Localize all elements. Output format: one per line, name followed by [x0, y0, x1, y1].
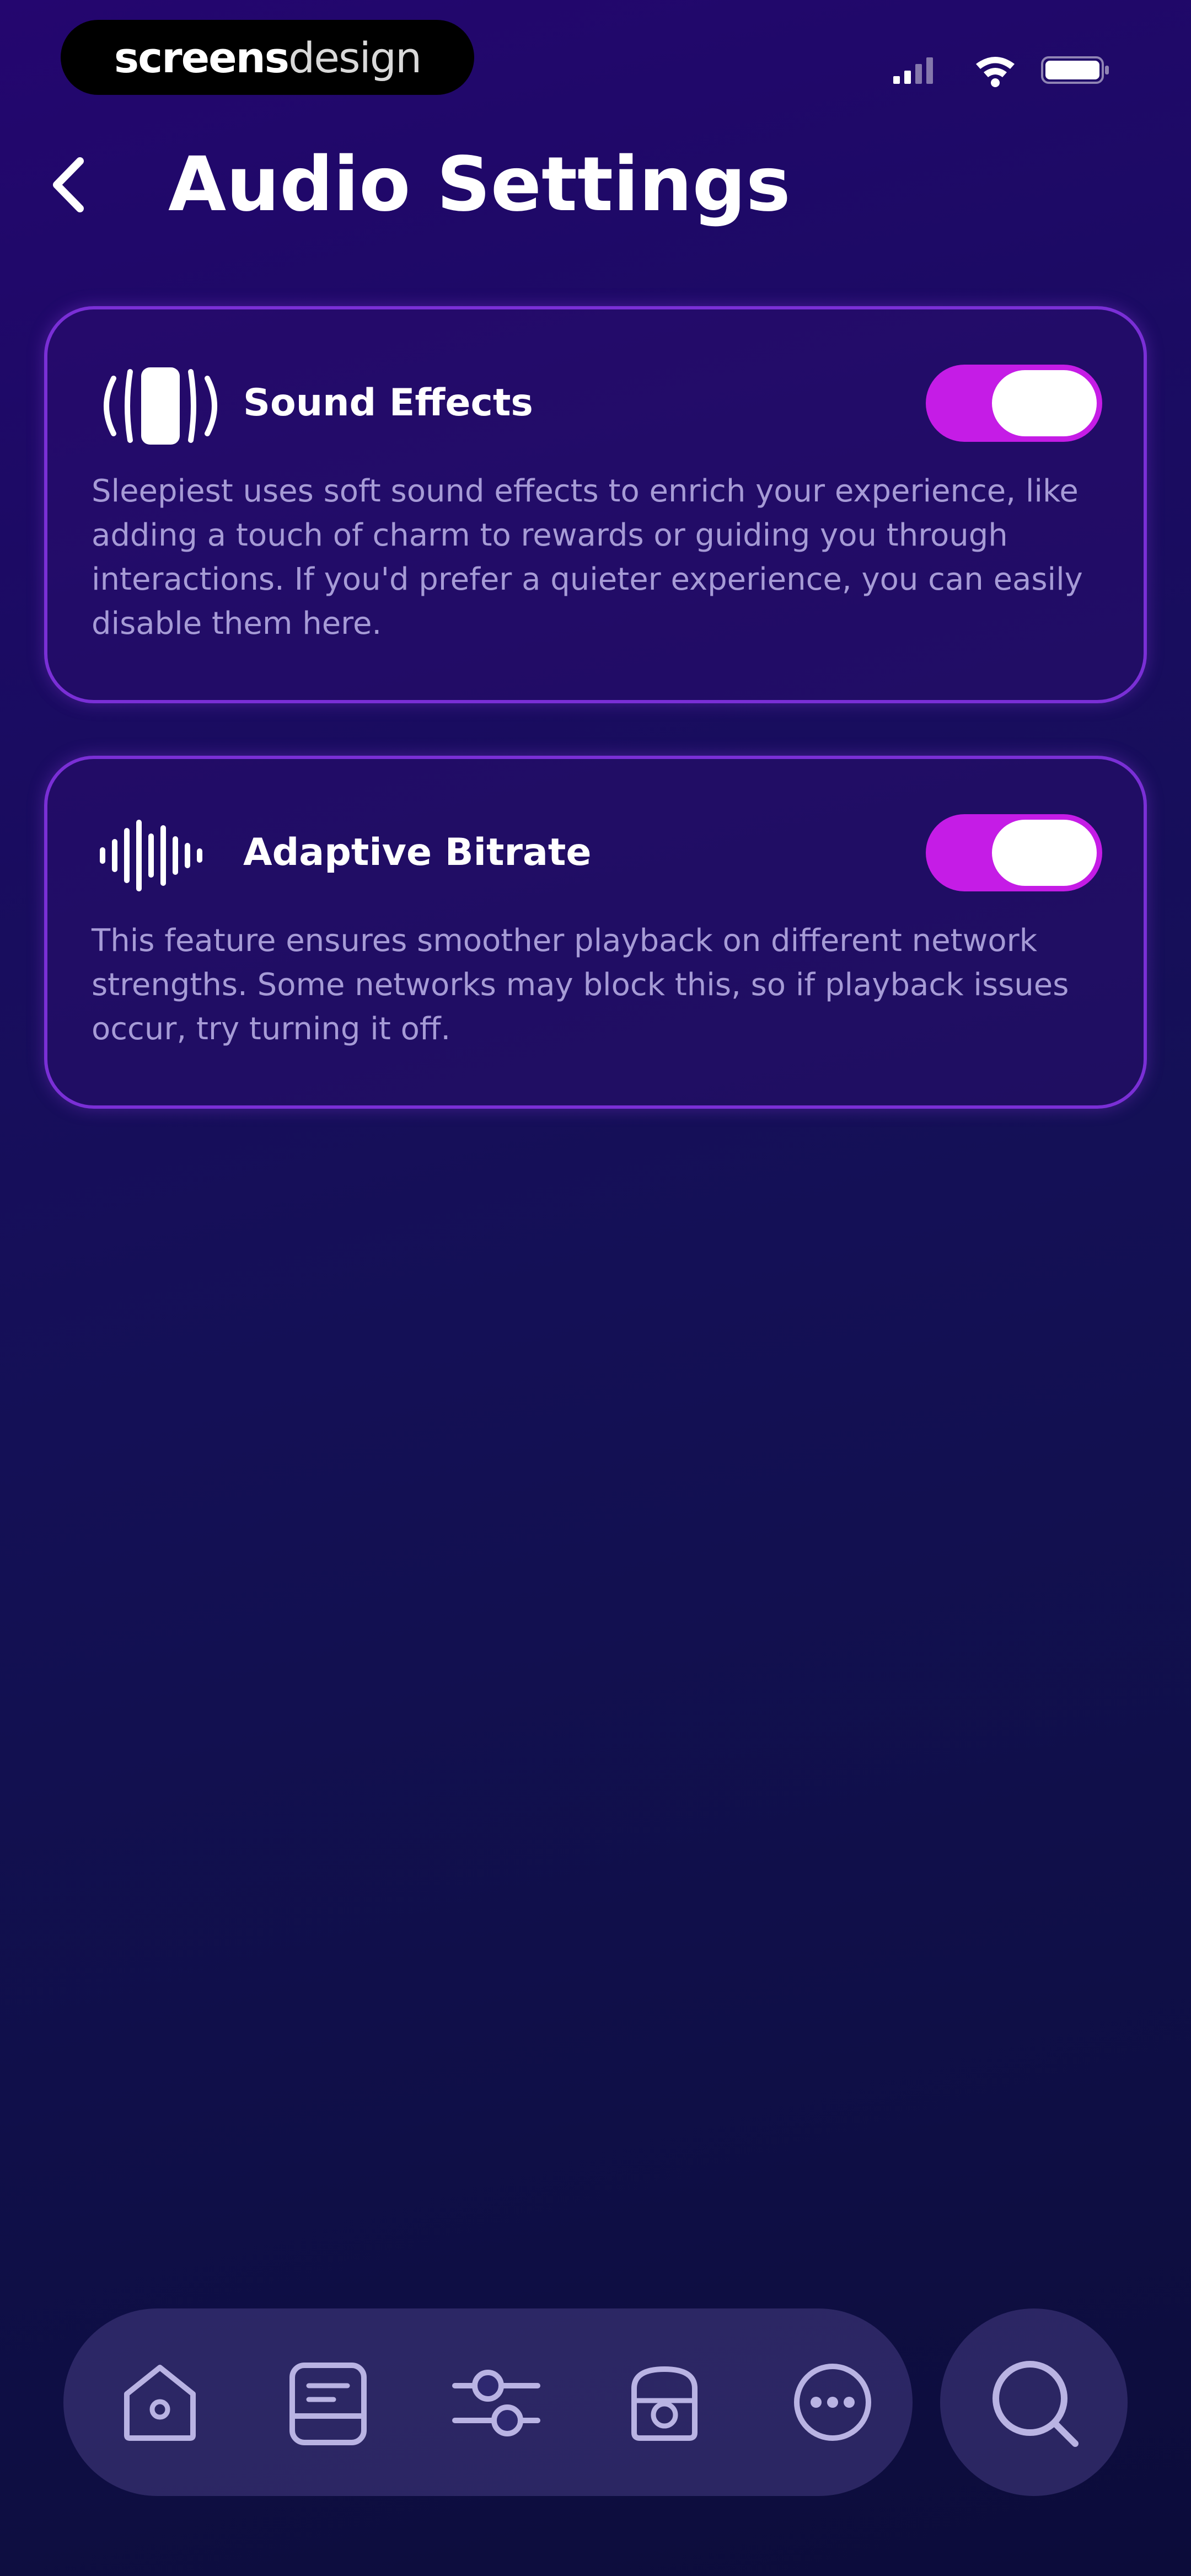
waveform-icon [100, 820, 202, 891]
nav-more[interactable] [780, 2350, 885, 2455]
search-button[interactable] [940, 2308, 1128, 2496]
setting-title-adaptive-bitrate: Adaptive Bitrate [243, 831, 592, 874]
status-icons [893, 56, 1109, 87]
sound-effects-toggle[interactable] [926, 365, 1102, 442]
setting-description-adaptive-bitrate: This feature ensures smoother playback o… [92, 923, 1069, 1047]
toggle-knob [992, 820, 1097, 886]
brand-logo-bold: screens [114, 33, 289, 82]
nav-radio[interactable] [612, 2350, 717, 2455]
header: Audio Settings [0, 132, 1191, 243]
status-bar: screens design [0, 0, 1191, 127]
library-icon [289, 2363, 367, 2445]
more-icon [794, 2364, 871, 2441]
back-button[interactable] [33, 149, 105, 221]
chevron-left-icon [53, 157, 84, 212]
home-icon [124, 2365, 196, 2441]
brand-logo-light: design [288, 33, 422, 82]
setting-title-sound-effects: Sound Effects [243, 381, 533, 425]
setting-card-adaptive-bitrate: Adaptive Bitrate This feature ensures sm… [44, 756, 1147, 1109]
battery-icon [1041, 56, 1109, 84]
nav-mixer[interactable] [444, 2350, 549, 2455]
page-title: Audio Settings [168, 141, 791, 228]
adaptive-bitrate-toggle[interactable] [926, 814, 1102, 891]
nav-library[interactable] [276, 2350, 380, 2455]
search-icon [993, 2361, 1079, 2447]
signal-icon [893, 57, 933, 84]
mixer-icon [452, 2370, 540, 2436]
nav-home[interactable] [108, 2350, 212, 2455]
setting-card-sound-effects: Sound Effects Sleepiest uses soft sound … [44, 306, 1147, 703]
radio-icon [631, 2366, 698, 2441]
bottom-nav [63, 2308, 913, 2496]
wifi-icon [976, 57, 1015, 87]
brand-logo: screens design [61, 20, 474, 95]
toggle-knob [992, 370, 1097, 436]
setting-description-sound-effects: Sleepiest uses soft sound effects to enr… [92, 473, 1083, 642]
speaker-icon [104, 367, 217, 445]
